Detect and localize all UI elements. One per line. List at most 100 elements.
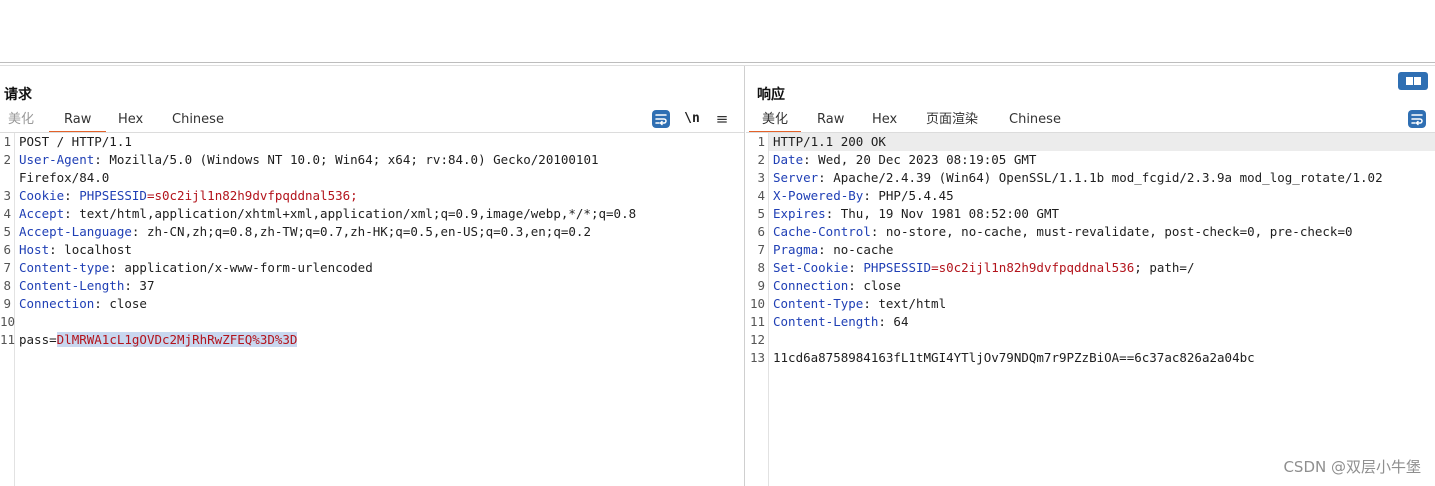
line-number: 11: [0, 332, 16, 347]
response-line: 5 Expires: Thu, 19 Nov 1981 08:52:00 GMT: [746, 205, 1435, 223]
response-line: 9 Connection: close: [746, 277, 1435, 295]
line-content: X-Powered-By: PHP/5.4.45: [773, 187, 954, 205]
line-content: Date: Wed, 20 Dec 2023 08:19:05 GMT: [773, 151, 1036, 169]
line-number: 6: [757, 224, 765, 239]
layout-toggle-icon[interactable]: [1398, 72, 1428, 90]
header-value: close: [109, 296, 147, 311]
line-number: 10: [0, 314, 16, 329]
line-number: 9: [757, 278, 765, 293]
header-value: 64: [893, 314, 909, 329]
header-separator: :: [818, 170, 834, 185]
tab-request-pretty[interactable]: 美化: [8, 110, 34, 132]
line-number: 4: [3, 206, 11, 221]
request-line: 1 POST / HTTP/1.1: [0, 133, 744, 151]
response-title: 响应: [757, 87, 785, 103]
tab-response-chinese[interactable]: Chinese: [1009, 110, 1061, 132]
tab-response-pretty[interactable]: 美化: [749, 110, 802, 133]
param-name: pass: [19, 332, 50, 347]
cookie-attributes: ; path=/: [1134, 260, 1195, 275]
line-content: Set-Cookie: PHPSESSID=s0c2ijl1n82h9dvfpq…: [773, 260, 1195, 275]
request-line: 3 Cookie: PHPSESSID=s0c2ijl1n82h9dvfpqddn…: [0, 187, 744, 205]
line-content: pass=DlMRWA1cL1gOVDc2MjRhRwZFEQ%3D%3D: [19, 332, 298, 347]
response-tabs: 美化 Raw Hex 页面渲染 Chinese: [746, 110, 1435, 133]
header-separator: :: [848, 278, 864, 293]
tab-response-raw[interactable]: Raw: [817, 110, 844, 132]
header-separator: :: [803, 152, 819, 167]
header-value: close: [863, 278, 901, 293]
header-name: Content-type: [19, 260, 110, 275]
line-content: Host: localhost: [19, 241, 132, 259]
line-number: 5: [3, 224, 11, 239]
request-line: 9 Connection: close: [0, 295, 744, 313]
request-title: 请求: [4, 87, 32, 103]
response-line: 3 Server: Apache/2.4.39 (Win64) OpenSSL/1…: [746, 169, 1435, 187]
header-separator: :: [863, 296, 879, 311]
pane-divider[interactable]: [744, 66, 745, 486]
line-content: HTTP/1.1 200 OK: [773, 133, 886, 151]
header-value: text/html,application/xhtml+xml,applicat…: [79, 206, 637, 221]
response-line: 6 Cache-Control: no-store, no-cache, must…: [746, 223, 1435, 241]
response-pane: 响应 美化 Raw Hex 页面渲染 Chinese 1 HTTP/1.1 200…: [746, 66, 1435, 486]
tab-response-hex[interactable]: Hex: [872, 110, 897, 132]
line-number: 10: [749, 296, 765, 311]
header-separator: :: [825, 206, 841, 221]
cookie-name: PHPSESSID: [79, 188, 147, 203]
line-content: Cookie: PHPSESSID=s0c2ijl1n82h9dvfpqddna…: [19, 188, 358, 203]
line-number: 2: [757, 152, 765, 167]
header-name: Host: [19, 242, 50, 257]
response-editor[interactable]: 1 HTTP/1.1 200 OK 2 Date: Wed, 20 Dec 2023 …: [746, 133, 1435, 486]
word-wrap-icon[interactable]: [652, 110, 670, 128]
header-name: Content-Length: [19, 278, 125, 293]
request-line: 2 User-Agent: Mozilla/5.0 (Windows NT 10.…: [0, 151, 744, 169]
request-line: 6 Host: localhost: [0, 241, 744, 259]
header-name: Connection: [19, 296, 95, 311]
header-value: Firefox/84.0: [19, 170, 110, 185]
header-separator: :: [64, 206, 80, 221]
header-name: User-Agent: [19, 152, 95, 167]
line-content: Server: Apache/2.4.39 (Win64) OpenSSL/1.…: [773, 169, 1383, 187]
request-line: Firefox/84.0: [0, 169, 744, 187]
header-name: Content-Type: [773, 296, 864, 311]
tab-request-hex[interactable]: Hex: [118, 110, 143, 132]
header-separator: :: [878, 314, 894, 329]
request-line: 4 Accept: text/html,application/xhtml+xml…: [0, 205, 744, 223]
param-value: DlMRWA1cL1gOVDc2MjRhRwZFEQ%3D%3D: [56, 332, 298, 347]
header-name: Date: [773, 152, 804, 167]
header-separator: :: [131, 224, 147, 239]
watermark: CSDN @双层小牛堡: [1283, 458, 1421, 476]
request-line: 11 pass=DlMRWA1cL1gOVDc2MjRhRwZFEQ%3D%3D: [0, 331, 744, 349]
newline-toggle-icon[interactable]: \n: [683, 110, 701, 128]
request-line: 7 Content-type: application/x-www-form-ur…: [0, 259, 744, 277]
menu-icon[interactable]: ≡: [713, 110, 731, 128]
header-name: X-Powered-By: [773, 188, 864, 203]
header-separator: :: [49, 242, 65, 257]
header-separator: :: [124, 278, 140, 293]
header-value: localhost: [64, 242, 132, 257]
header-separator: :: [848, 260, 864, 275]
line-number: 4: [757, 188, 765, 203]
response-line: 2 Date: Wed, 20 Dec 2023 08:19:05 GMT: [746, 151, 1435, 169]
response-line: 7 Pragma: no-cache: [746, 241, 1435, 259]
header-value: 11cd6a8758984163fL1tMGI4YTljOv79NDQm7r9P…: [773, 350, 1255, 365]
header-value: application/x-www-form-urlencoded: [124, 260, 373, 275]
tab-request-chinese[interactable]: Chinese: [172, 110, 224, 132]
cookie-name: PHPSESSID: [863, 260, 932, 275]
header-value: no-cache: [833, 242, 894, 257]
line-number: 7: [757, 242, 765, 257]
line-content: Content-Length: 64: [773, 313, 908, 331]
cookie-value: s0c2ijl1n82h9dvfpqddnal536: [938, 260, 1135, 275]
tab-response-render[interactable]: 页面渲染: [926, 110, 978, 132]
line-number: 11: [749, 314, 765, 329]
response-line: 12: [746, 331, 1435, 349]
header-value: no-store, no-cache, must-revalidate, pos…: [885, 224, 1353, 239]
request-pane: 请求 美化 Raw Hex Chinese \n ≡ 1 POST / HTTP/…: [0, 66, 744, 486]
line-number: 3: [3, 188, 11, 203]
header-name: Cookie: [19, 188, 65, 203]
tab-request-raw[interactable]: Raw: [49, 110, 107, 133]
response-word-wrap-icon[interactable]: [1408, 110, 1426, 128]
line-content: Connection: close: [19, 295, 147, 313]
request-editor[interactable]: 1 POST / HTTP/1.1 2 User-Agent: Mozilla/5.0…: [0, 133, 744, 486]
line-number: 12: [749, 332, 765, 347]
line-content: Content-Length: 37: [19, 277, 154, 295]
response-line: 1 HTTP/1.1 200 OK: [746, 133, 1435, 151]
